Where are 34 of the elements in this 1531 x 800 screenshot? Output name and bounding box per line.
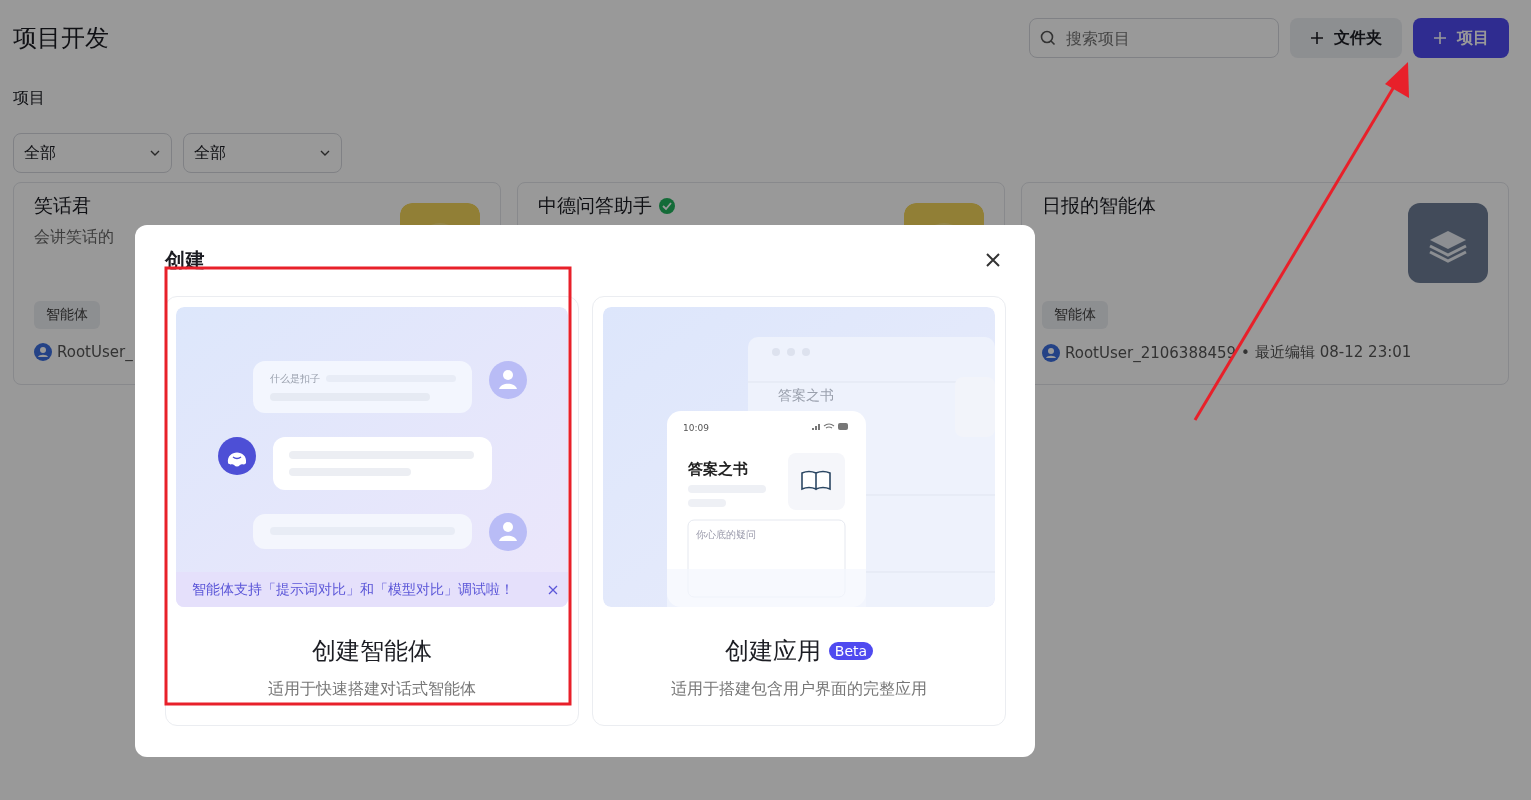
filter-dropdown[interactable]: 全部 bbox=[13, 133, 172, 173]
close-icon bbox=[985, 252, 1001, 268]
new-project-button[interactable]: 项目 bbox=[1413, 18, 1509, 58]
project-title: 笑话君 bbox=[34, 193, 91, 218]
option-subtitle: 适用于快速搭建对话式智能体 bbox=[268, 679, 476, 700]
separator: • bbox=[1241, 343, 1250, 362]
user-avatar-icon bbox=[34, 343, 52, 361]
option-title: 创建智能体 bbox=[312, 636, 432, 667]
filter-dropdown[interactable]: 全部 bbox=[183, 133, 342, 173]
new-folder-button[interactable]: 文件夹 bbox=[1290, 18, 1402, 58]
page-title: 项目开发 bbox=[13, 23, 109, 54]
type-tag: 智能体 bbox=[1042, 301, 1108, 329]
project-description: 会讲笑话的 bbox=[34, 227, 114, 248]
layers-icon bbox=[1408, 203, 1488, 283]
option-title: 创建应用 bbox=[724, 636, 821, 667]
section-label: 项目 bbox=[13, 88, 46, 109]
owner-name: RootUser_ bbox=[57, 343, 133, 361]
beta-badge: Beta bbox=[828, 642, 874, 660]
create-app-option[interactable]: 答案之书 10:09 答案之书 你心底的疑问 创建应用 Beta 适用于搭建包含用户界面的完整应用 bbox=[592, 296, 1006, 726]
edited-time: 最近编辑 08-12 23:01 bbox=[1254, 343, 1412, 362]
app-preview-drawing: 答案之书 10:09 答案之书 你心底的疑问 bbox=[603, 307, 995, 607]
option-subtitle: 适用于搭建包含用户界面的完整应用 bbox=[671, 679, 927, 700]
search-field[interactable]: 搜索项目 bbox=[1029, 18, 1279, 58]
notice-text: 智能体支持「提示词对比」和「模型对比」调试啦！ bbox=[192, 580, 514, 599]
user-avatar-icon bbox=[1042, 343, 1060, 362]
owner-name: RootUser_2106388459 bbox=[1065, 343, 1237, 362]
project-title: 日报的智能体 bbox=[1042, 193, 1156, 218]
plus-icon bbox=[1310, 31, 1324, 45]
plus-icon bbox=[1433, 31, 1447, 45]
search-icon bbox=[1040, 30, 1056, 46]
project-title: 中德问答助手 bbox=[538, 193, 652, 218]
create-agent-option[interactable]: 什么是扣子 智能体支持「提示词对比」和「模型对比」调试啦！ 创建智能体 适用于快速搭建对话式智能体 bbox=[165, 296, 579, 726]
type-tag: 智能体 bbox=[34, 301, 100, 329]
close-icon[interactable] bbox=[548, 584, 558, 595]
